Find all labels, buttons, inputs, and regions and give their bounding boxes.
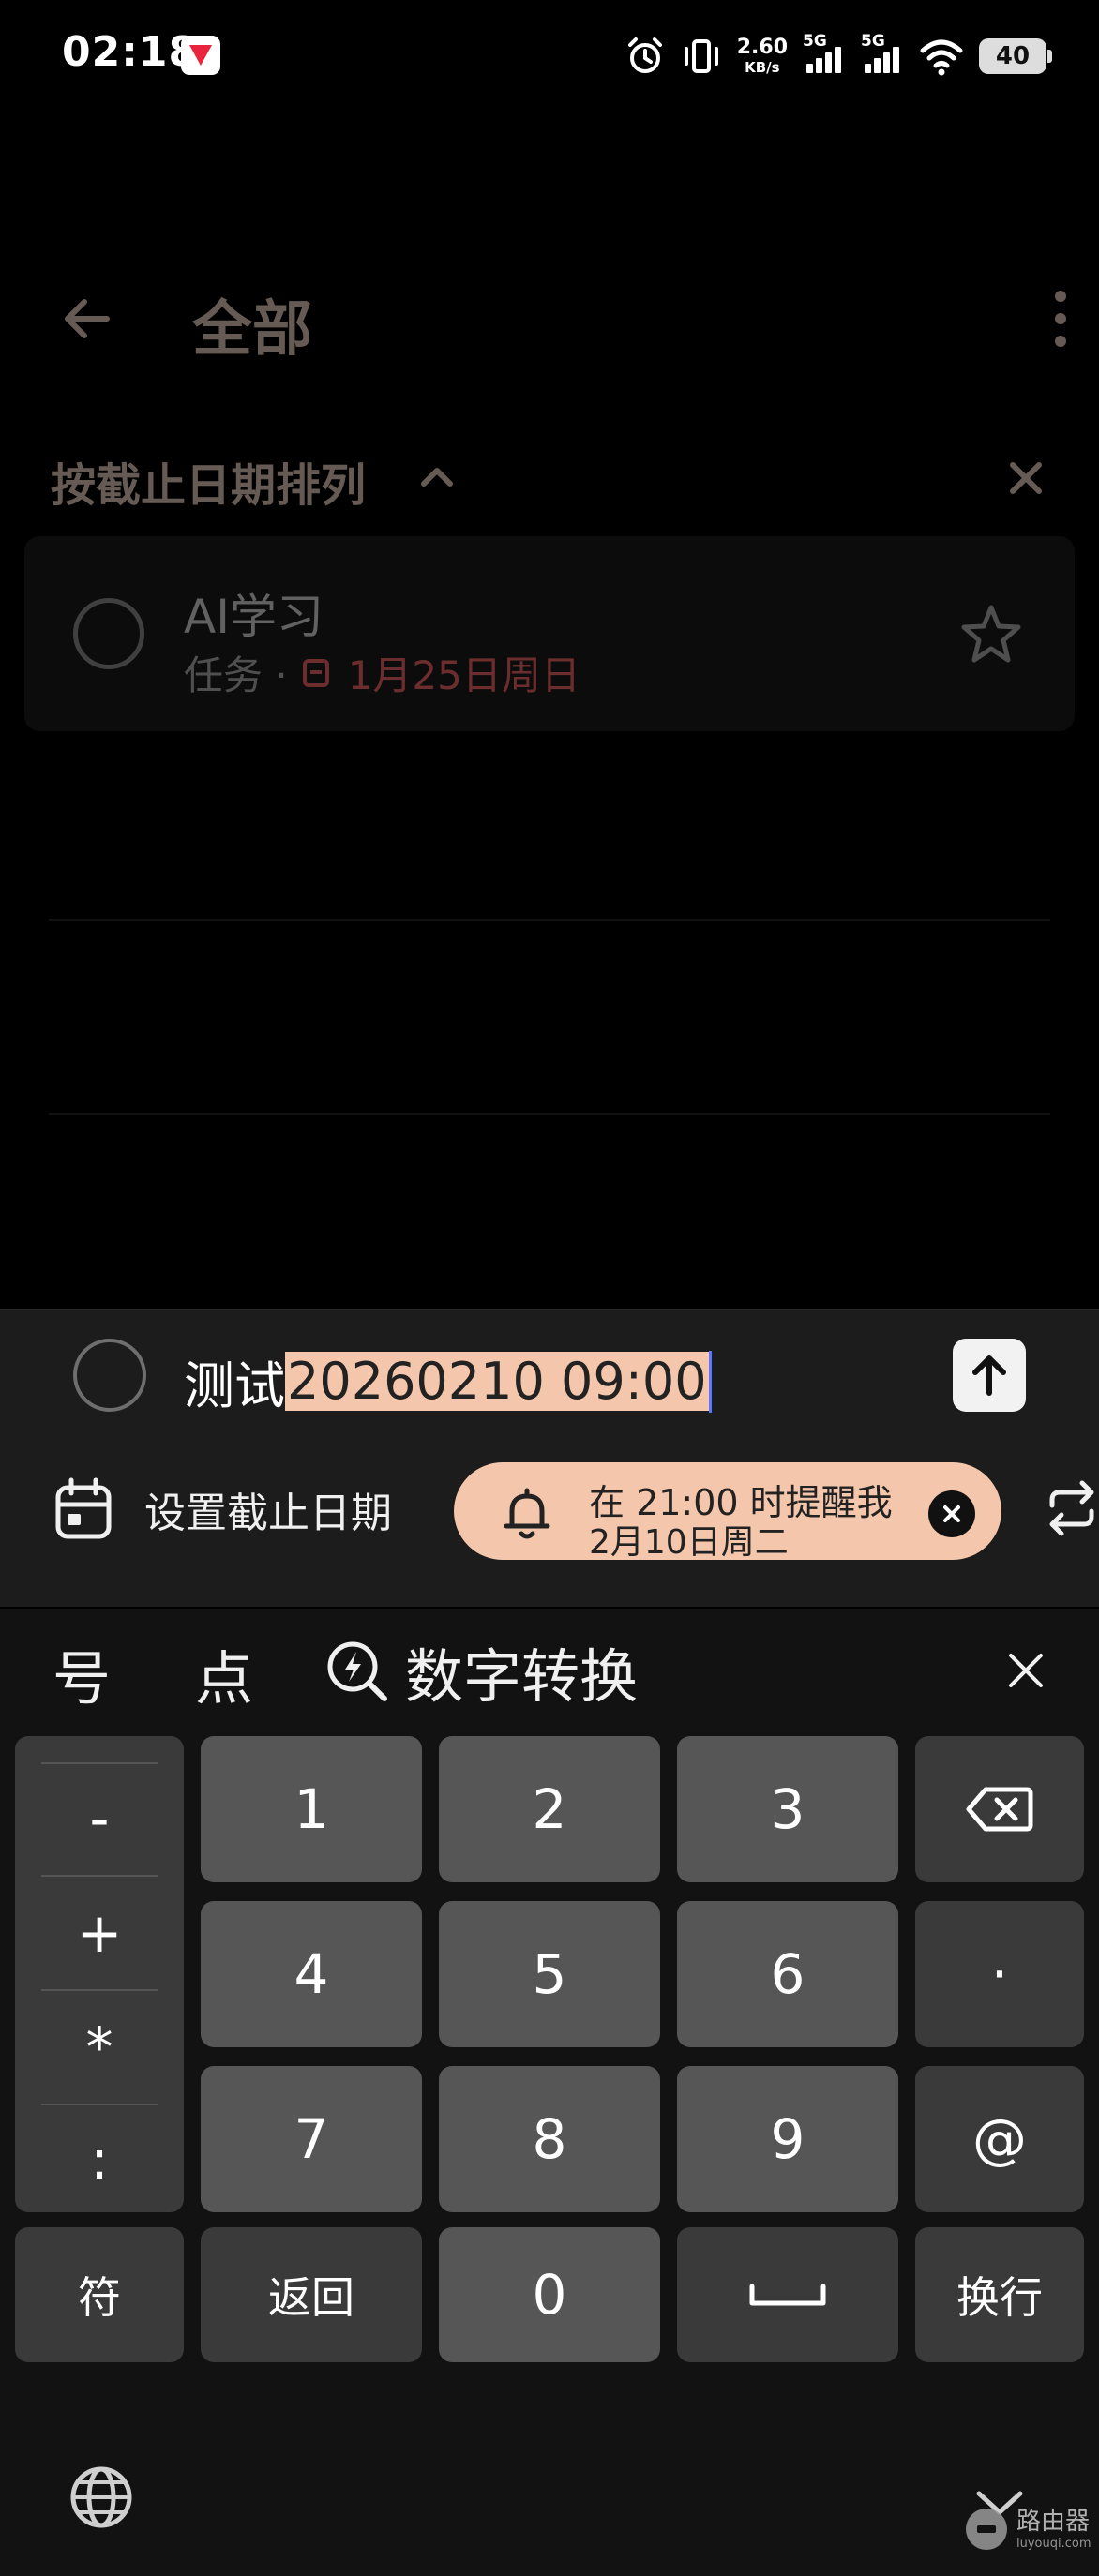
key-8[interactable]: 8 [439, 2066, 660, 2212]
more-options-button[interactable] [1054, 291, 1067, 347]
task-title: AI学习 [184, 590, 324, 644]
signal-sim2-icon: 5G [861, 32, 904, 77]
backspace-icon [966, 1787, 1033, 1832]
close-icon[interactable] [1005, 1650, 1046, 1691]
newline-key[interactable]: 换行 [915, 2227, 1084, 2362]
key-colon[interactable]: : [15, 2104, 184, 2216]
key-dot[interactable]: · [915, 1901, 1084, 2047]
key-6[interactable]: 6 [677, 1901, 898, 2047]
signal-sim1-icon: 5G [803, 32, 846, 77]
key-9[interactable]: 9 [677, 2066, 898, 2212]
calendar-icon [55, 1477, 112, 1539]
space-icon [749, 2284, 826, 2306]
task-meta: 任务 · 1月25日周日 [184, 644, 580, 701]
input-plain-text: 测试 [184, 1356, 285, 1415]
alarm-icon [627, 37, 662, 73]
divider [49, 1113, 1050, 1115]
key-7[interactable]: 7 [201, 2066, 422, 2212]
back-button[interactable] [51, 283, 122, 354]
sort-label: 按截止日期排列 [51, 459, 367, 512]
backspace-key[interactable] [915, 1736, 1084, 1882]
app-notification-icon [181, 36, 220, 75]
wifi-icon [920, 39, 963, 76]
candidate-bar: 号 点 数字转换 [0, 1609, 1099, 1730]
task-complete-checkbox[interactable] [73, 598, 144, 669]
set-due-date-label: 设置截止日期 [144, 1490, 392, 1537]
numeric-keyboard: 号 点 数字转换 - + * : 1 2 3 4 5 6 · 7 8 9 @ 符… [0, 1609, 1099, 2576]
key-0[interactable]: 0 [439, 2227, 660, 2362]
task-list-name: 任务 · [184, 652, 288, 698]
arrow-up-icon [972, 1355, 1006, 1396]
text-cursor [708, 1350, 712, 1413]
input-selected-text: 20260210 09:00 [285, 1352, 709, 1411]
watermark-domain: luyouqi.com [1016, 2536, 1091, 2551]
key-1[interactable]: 1 [201, 1736, 422, 1882]
number-convert-button[interactable]: 数字转换 [324, 1629, 638, 1714]
space-key[interactable] [677, 2227, 898, 2362]
battery-indicator: 40 [979, 38, 1052, 74]
status-icons: 2.60 KB/s 5G 5G 40 [625, 28, 1052, 84]
key-at[interactable]: @ [915, 2066, 1084, 2212]
sort-bar[interactable]: 按截止日期排列 [0, 441, 1099, 516]
key-3[interactable]: 3 [677, 1736, 898, 1882]
task-due-date: 1月25日周日 [347, 652, 580, 698]
chevron-up-icon[interactable] [416, 457, 458, 495]
new-task-checkbox[interactable] [73, 1339, 146, 1412]
remove-reminder-button[interactable] [928, 1490, 975, 1537]
key-2[interactable]: 2 [439, 1736, 660, 1882]
new-task-sheet: 测试 20260210 09:00 设置截止日期 在 21:00 时提醒我 2月1… [0, 1309, 1099, 1607]
star-icon[interactable] [958, 602, 1024, 667]
key-asterisk[interactable]: * [15, 1991, 184, 2104]
back-key[interactable]: 返回 [201, 2227, 422, 2362]
reminder-chip[interactable]: 在 21:00 时提醒我 2月10日周二 [454, 1462, 1001, 1562]
close-icon [943, 1505, 960, 1522]
globe-icon[interactable] [66, 2462, 137, 2533]
key-4[interactable]: 4 [201, 1901, 422, 2047]
key-minus[interactable]: - [15, 1762, 184, 1875]
router-logo-icon [966, 2509, 1007, 2550]
divider [49, 919, 1050, 921]
app-header: 全部 [0, 262, 1099, 375]
more-vertical-icon [1055, 291, 1066, 302]
status-time: 02:18 [62, 28, 199, 76]
task-options-row: 设置截止日期 在 21:00 时提醒我 2月10日周二 [0, 1451, 1099, 1564]
repeat-icon[interactable] [1045, 1479, 1099, 1537]
lightning-search-icon [327, 1641, 387, 1701]
vibrate-icon [684, 39, 718, 73]
calendar-icon [302, 658, 329, 687]
symbols-key[interactable]: 符 [15, 2227, 184, 2362]
watermark: 路由器 luyouqi.com [966, 2509, 1091, 2550]
reminder-date: 2月10日周二 [589, 1523, 789, 1562]
key-5[interactable]: 5 [439, 1901, 660, 2047]
task-title-input[interactable]: 测试 20260210 09:00 [184, 1344, 712, 1418]
candidate-item[interactable]: 点 [195, 1631, 253, 1715]
candidate-item[interactable]: 号 [53, 1631, 111, 1715]
close-sort-icon[interactable] [1005, 457, 1046, 499]
watermark-name: 路由器 [1016, 2507, 1091, 2536]
status-bar: 02:18 2.60 KB/s 5G 5G 40 [0, 0, 1099, 112]
submit-button[interactable] [953, 1339, 1026, 1412]
bell-icon [504, 1488, 550, 1539]
page-title: 全部 [192, 295, 312, 365]
symbol-column: - + * : [15, 1736, 184, 2212]
task-item[interactable]: AI学习 任务 · 1月25日周日 [24, 536, 1075, 731]
arrow-left-icon [65, 299, 110, 338]
key-plus[interactable]: + [15, 1877, 184, 1989]
set-due-date-button[interactable]: 设置截止日期 [53, 1472, 392, 1547]
network-speed: 2.60 KB/s [736, 36, 788, 76]
